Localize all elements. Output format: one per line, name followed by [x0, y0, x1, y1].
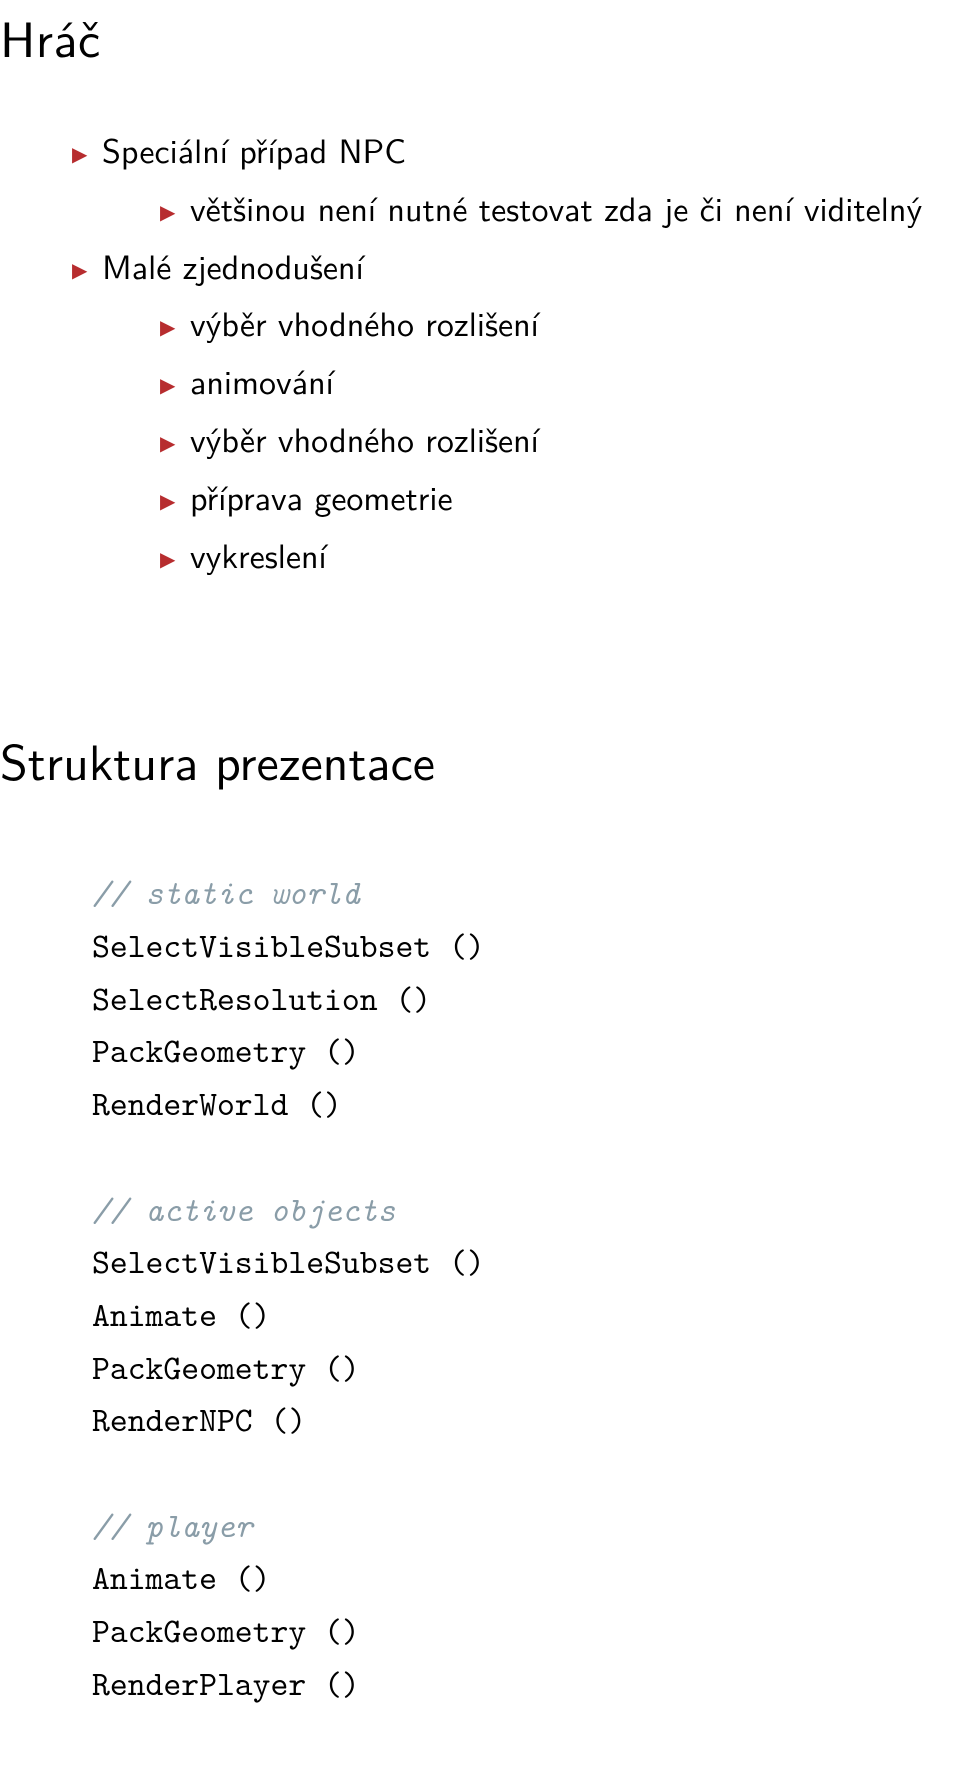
bullet-list: ▶ Speciální případ NPC ▶ většinou není n… — [0, 121, 960, 583]
code-line: Animate () — [92, 1291, 271, 1337]
list-item: ▶ Malé zjednodušení ▶ výběr vhodného roz… — [72, 237, 960, 584]
code-comment: // active objects — [92, 1186, 395, 1232]
bullet-icon: ▶ — [160, 195, 190, 229]
code-line: SelectResolution () — [92, 975, 431, 1021]
bullet-text: vykreslení — [190, 526, 327, 584]
code-line: RenderPlayer () — [92, 1660, 360, 1706]
list-item: ▶ výběr vhodného rozlišení — [160, 294, 960, 352]
code-line: RenderWorld () — [92, 1080, 342, 1126]
bullet-text: animování — [190, 352, 334, 410]
section-heading: Struktura prezentace — [0, 723, 960, 796]
list-item: ▶ příprava geometrie — [160, 468, 960, 526]
code-block: // static world SelectVisibleSubset () S… — [92, 866, 960, 1709]
code-line: PackGeometry () — [92, 1344, 360, 1390]
code-line: RenderNPC () — [92, 1396, 306, 1442]
list-item: ▶ Speciální případ NPC ▶ většinou není n… — [72, 121, 960, 237]
bullet-text: Malé zjednodušení — [102, 237, 364, 295]
bullet-icon: ▶ — [160, 310, 190, 344]
bullet-icon: ▶ — [72, 137, 102, 171]
bullet-icon: ▶ — [72, 253, 102, 287]
bullet-icon: ▶ — [160, 368, 190, 402]
code-line: PackGeometry () — [92, 1607, 360, 1653]
bullet-text: výběr vhodného rozlišení — [190, 410, 539, 468]
code-line: PackGeometry () — [92, 1027, 360, 1073]
code-line: Animate () — [92, 1554, 271, 1600]
code-comment: // player — [92, 1502, 253, 1548]
bullet-icon: ▶ — [160, 542, 190, 576]
list-item: ▶ vykreslení — [160, 526, 960, 584]
bullet-text: příprava geometrie — [190, 468, 453, 526]
bullet-icon: ▶ — [160, 484, 190, 518]
bullet-text: Speciální případ NPC — [102, 121, 406, 179]
page-title: Hráč — [0, 0, 960, 73]
code-comment: // static world — [92, 869, 360, 915]
code-line: SelectVisibleSubset () — [92, 922, 485, 968]
list-item: ▶ animování — [160, 352, 960, 410]
list-item: ▶ většinou není nutné testovat zda je či… — [160, 179, 960, 237]
bullet-icon: ▶ — [160, 426, 190, 460]
list-item: ▶ výběr vhodného rozlišení — [160, 410, 960, 468]
bullet-text: většinou není nutné testovat zda je či n… — [190, 179, 922, 237]
bullet-text: výběr vhodného rozlišení — [190, 294, 539, 352]
code-line: SelectVisibleSubset () — [92, 1238, 485, 1284]
